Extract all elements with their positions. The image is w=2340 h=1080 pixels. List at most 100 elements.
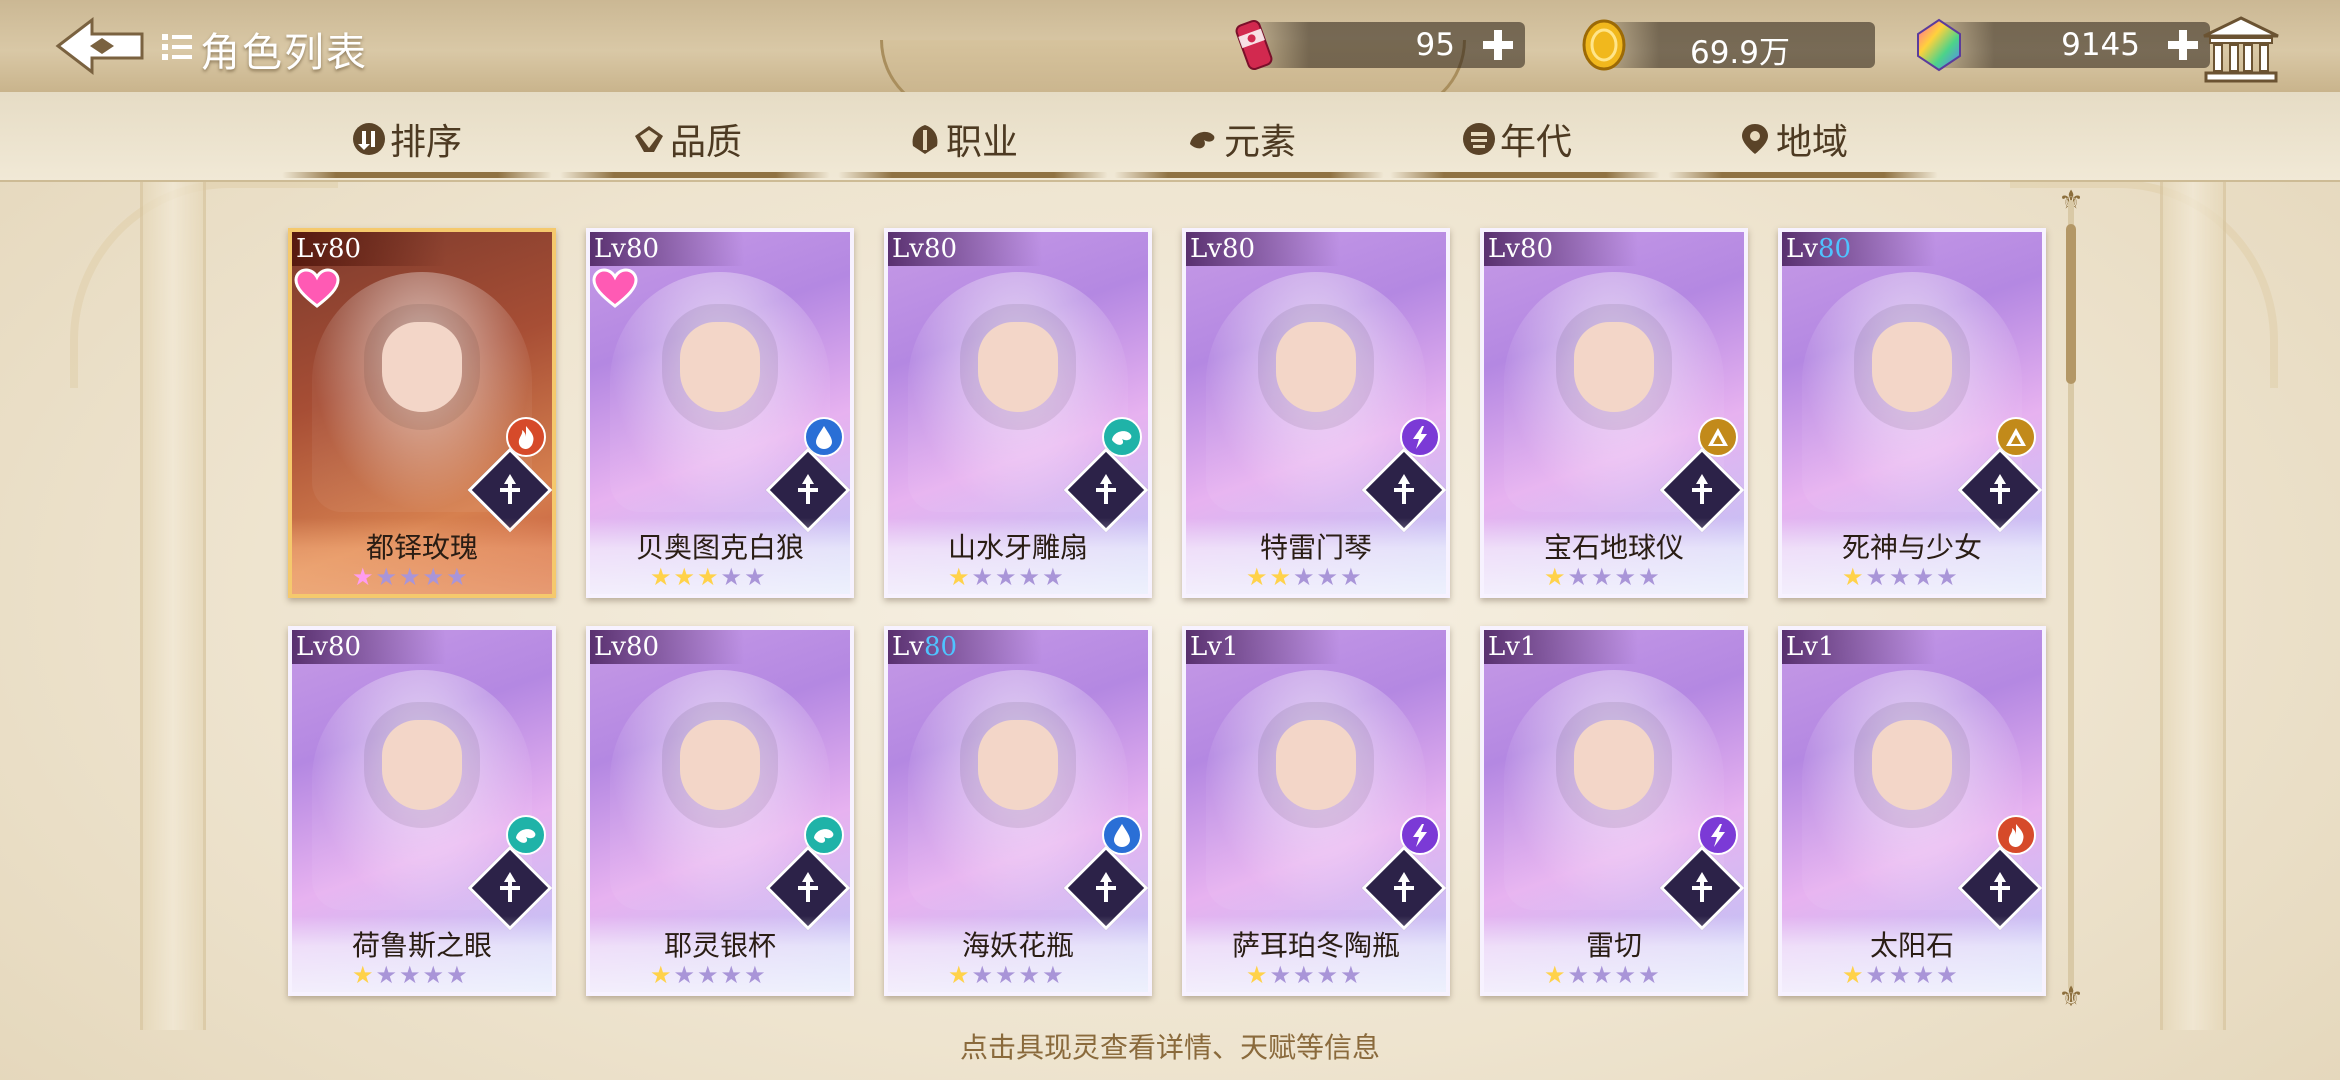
character-name: 都铎玫瑰 <box>365 531 478 564</box>
star-icon: ★ <box>1246 563 1268 591</box>
level-value: 80 <box>1817 234 1852 264</box>
character-face <box>1276 720 1356 810</box>
star-rating: ★ ★ ★ ★ ★ <box>1544 564 1660 590</box>
character-face <box>680 720 760 810</box>
top-bar: 角色列表 95 69.9万 9145 <box>0 0 2340 115</box>
star-icon: ★ <box>650 961 672 989</box>
star-icon: ★ <box>744 961 766 989</box>
level-badge: Lv1 <box>1782 630 1936 664</box>
level-badge: Lv80 <box>1782 232 1936 266</box>
star-rating: ★ ★ ★ ★ ★ <box>650 564 766 590</box>
level-prefix: Lv <box>296 234 328 264</box>
star-icon: ★ <box>971 961 994 989</box>
star-icon: ★ <box>948 961 970 989</box>
star-icon: ★ <box>1591 961 1613 989</box>
character-name: 死神与少女 <box>1841 531 1982 564</box>
star-icon: ★ <box>1269 961 1292 989</box>
back-arrow-icon <box>55 16 144 76</box>
bank-icon[interactable] <box>2200 14 2282 84</box>
character-card[interactable]: Lv80 贝奥图克白狼 ★ ★ ★ ★ ★ <box>586 228 854 598</box>
list-icon <box>162 34 192 60</box>
level-value: 80 <box>327 632 362 662</box>
star-icon: ★ <box>1614 563 1637 591</box>
character-face <box>382 322 462 412</box>
tab-quality-label: 品质 <box>670 122 743 163</box>
star-icon: ★ <box>1912 563 1935 591</box>
level-prefix: Lv <box>594 234 626 264</box>
class-icon <box>1096 872 1116 902</box>
level-badge: Lv80 <box>888 232 1042 266</box>
star-icon: ★ <box>1269 563 1292 591</box>
level-value: 80 <box>923 234 958 264</box>
star-icon: ★ <box>1316 563 1339 591</box>
class-icon <box>798 872 818 902</box>
level-badge: Lv80 <box>590 232 744 266</box>
character-name: 海妖花瓶 <box>961 929 1074 962</box>
star-rating: ★ ★ ★ ★ ★ <box>352 564 468 590</box>
gem-count: 9145 <box>2061 27 2140 63</box>
star-icon: ★ <box>948 563 970 591</box>
star-rating: ★ ★ ★ ★ ★ <box>948 962 1064 988</box>
character-face <box>978 720 1058 810</box>
star-icon: ★ <box>1936 563 1958 591</box>
star-icon: ★ <box>673 563 696 591</box>
star-icon: ★ <box>650 563 672 591</box>
star-icon: ★ <box>697 961 719 989</box>
tab-sort[interactable]: 排序 <box>352 114 462 164</box>
tab-era[interactable]: 年代 <box>1462 114 1572 164</box>
page-title: 角色列表 <box>200 30 368 76</box>
star-icon: ★ <box>1638 961 1660 989</box>
tab-region[interactable]: 地域 <box>1738 114 1848 164</box>
character-card[interactable]: Lv1 雷切 ★ ★ ★ ★ ★ <box>1480 626 1748 996</box>
character-card[interactable]: Lv1 太阳石 ★ ★ ★ ★ ★ <box>1778 626 2046 996</box>
star-icon: ★ <box>1567 961 1590 989</box>
character-card[interactable]: Lv80 宝石地球仪 ★ ★ ★ ★ ★ <box>1480 228 1748 598</box>
character-name: 太阳石 <box>1869 929 1954 962</box>
class-emblem-icon <box>912 125 938 154</box>
tab-quality[interactable]: 品质 <box>632 114 742 164</box>
character-face <box>978 322 1058 412</box>
currency-soda: 95 <box>1235 19 1525 71</box>
character-card[interactable]: Lv1 萨耳珀冬陶瓶 ★ ★ ★ ★ ★ <box>1182 626 1450 996</box>
star-icon: ★ <box>697 563 719 591</box>
character-card[interactable]: Lv80 死神与少女 ★ ★ ★ ★ ★ <box>1778 228 2046 598</box>
character-card[interactable]: Lv80 都铎玫瑰 ★ ★ ★ ★ ★ <box>288 228 556 598</box>
character-card[interactable]: Lv80 特雷门琴 ★ ★ ★ ★ ★ <box>1182 228 1450 598</box>
back-button[interactable] <box>52 14 148 78</box>
character-card[interactable]: Lv80 海妖花瓶 ★ ★ ★ ★ ★ <box>884 626 1152 996</box>
character-card[interactable]: Lv80 山水牙雕扇 ★ ★ ★ ★ ★ <box>884 228 1152 598</box>
star-icon: ★ <box>1246 961 1268 989</box>
character-card[interactable]: Lv80 耶灵银杯 ★ ★ ★ ★ ★ <box>586 626 854 996</box>
level-prefix: Lv <box>1190 234 1222 264</box>
star-rating: ★ ★ ★ ★ ★ <box>1246 564 1362 590</box>
level-prefix: Lv <box>1488 632 1520 662</box>
class-icon <box>500 872 520 902</box>
star-icon: ★ <box>1842 563 1864 591</box>
soda-count: 95 <box>1415 27 1455 63</box>
character-face <box>1276 322 1356 412</box>
character-card[interactable]: Lv80 荷鲁斯之眼 ★ ★ ★ ★ ★ <box>288 626 556 996</box>
star-icon: ★ <box>1293 563 1315 591</box>
star-icon: ★ <box>1544 961 1566 989</box>
add-soda-button[interactable] <box>1479 26 1517 64</box>
tab-element[interactable]: 元素 <box>1186 114 1296 164</box>
class-icon <box>1990 474 2010 504</box>
star-icon: ★ <box>1042 563 1064 591</box>
level-prefix: Lv <box>1488 234 1520 264</box>
footer-hint: 点击具现灵查看详情、天赋等信息 <box>959 1031 1380 1064</box>
star-icon: ★ <box>720 961 743 989</box>
tab-class[interactable]: 职业 <box>908 114 1018 164</box>
star-icon: ★ <box>995 563 1017 591</box>
level-badge: Lv80 <box>590 630 744 664</box>
star-icon: ★ <box>1018 563 1041 591</box>
add-gem-button[interactable] <box>2164 26 2202 64</box>
star-icon: ★ <box>1293 961 1315 989</box>
level-prefix: Lv <box>892 234 924 264</box>
star-icon: ★ <box>1340 563 1362 591</box>
star-rating: ★ ★ ★ ★ ★ <box>948 564 1064 590</box>
level-value: 80 <box>1519 234 1554 264</box>
class-icon <box>500 474 520 504</box>
level-badge: Lv1 <box>1484 630 1638 664</box>
scrollbar-thumb[interactable] <box>2066 224 2076 384</box>
character-face <box>1872 322 1952 412</box>
